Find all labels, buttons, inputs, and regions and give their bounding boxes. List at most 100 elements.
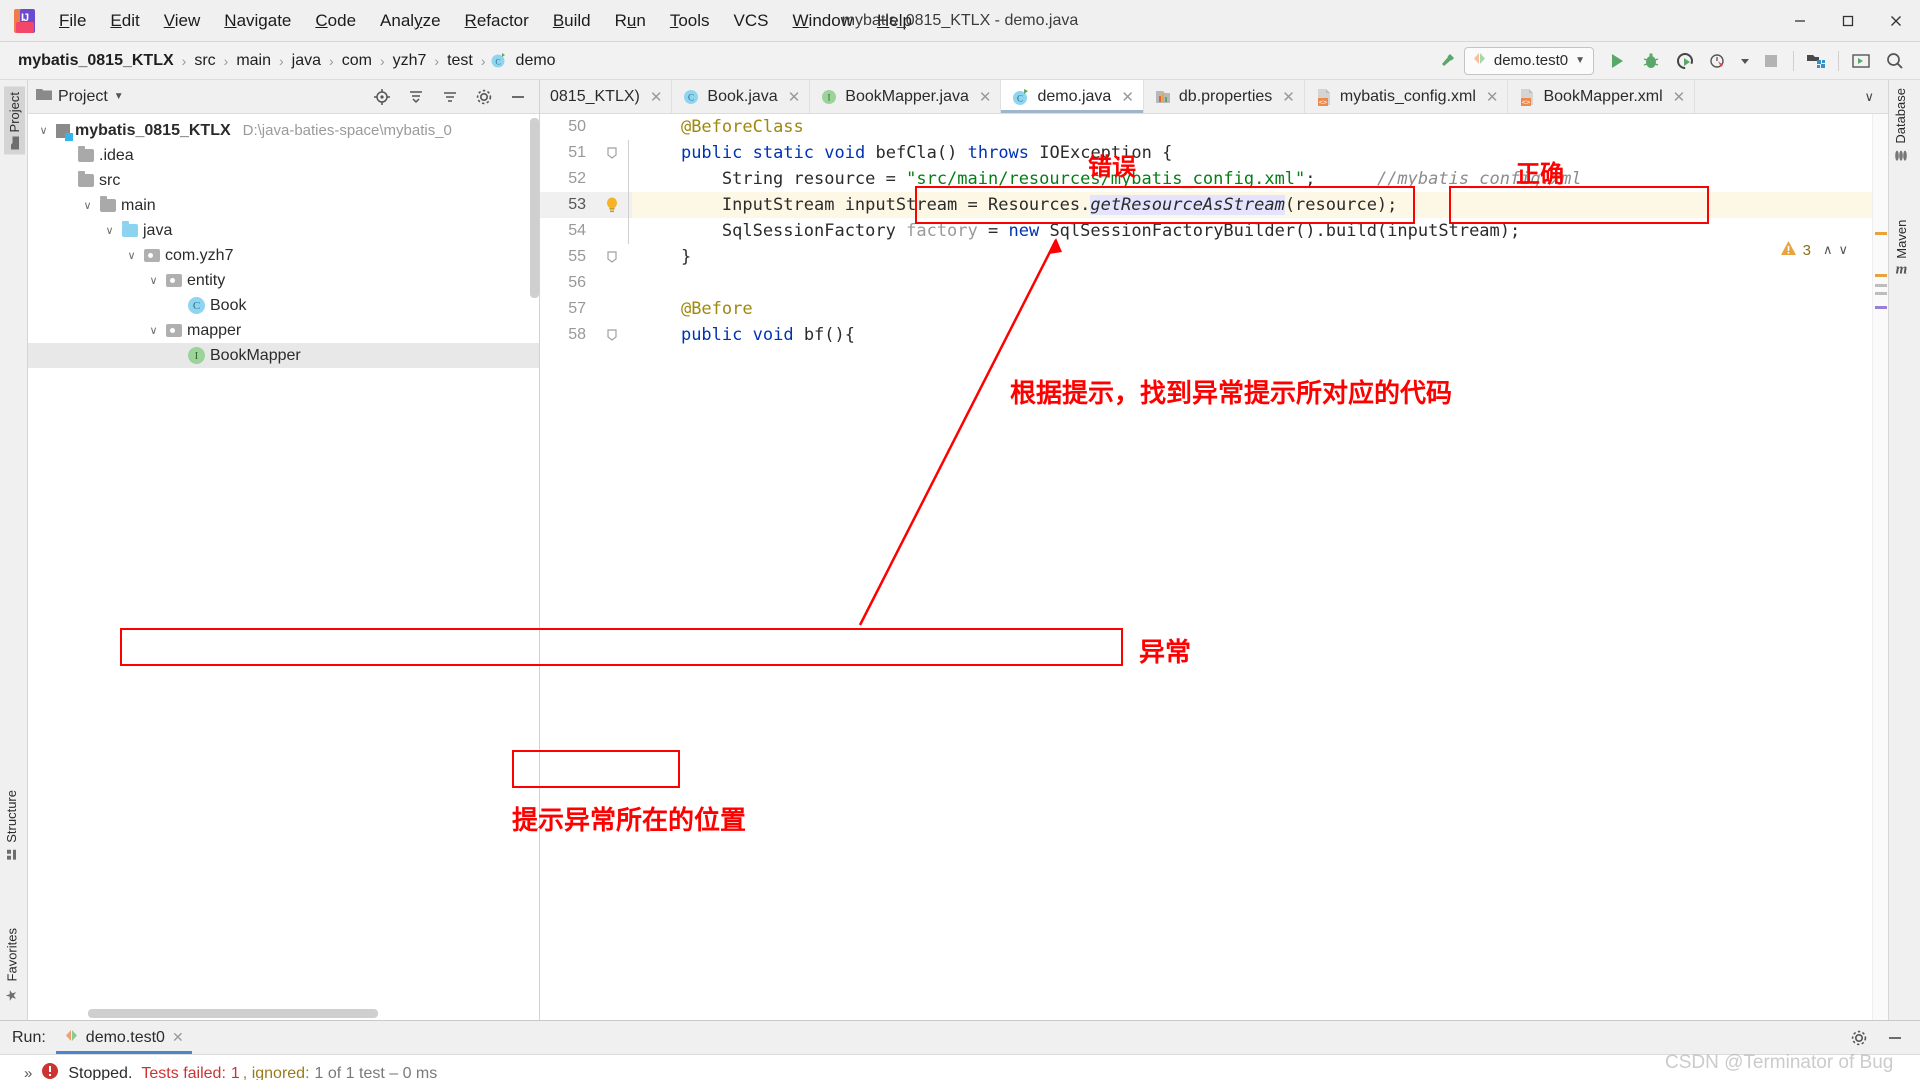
debug-button[interactable] — [1634, 46, 1668, 76]
sidebar-item-favorites[interactable]: ★ Favorites — [4, 928, 20, 1002]
editor-tab-db-properties[interactable]: db.properties ✕ — [1144, 80, 1305, 113]
code-line[interactable]: SqlSessionFactory factory = new SqlSessi… — [632, 218, 1872, 244]
menu-item-window[interactable]: Window — [782, 7, 864, 34]
code-area[interactable]: @BeforeClass public static void befCla()… — [632, 114, 1872, 1020]
editor-tab-demo-java[interactable]: Cdemo.java ✕ — [1001, 80, 1144, 113]
tree-expander-icon[interactable]: ∨ — [102, 224, 117, 237]
tree-expander-icon[interactable]: ∨ — [36, 124, 51, 137]
code-line[interactable] — [632, 270, 1872, 296]
menu-item-code[interactable]: Code — [304, 7, 367, 34]
code-line[interactable]: public void bf(){ — [632, 322, 1872, 348]
stripe-marker-2[interactable] — [1875, 292, 1887, 295]
tree-node-entity[interactable]: ∨ entity — [28, 268, 539, 293]
collapse-all-icon[interactable] — [399, 82, 433, 112]
breadcrumb-item-demo[interactable]: demo — [512, 50, 560, 72]
stripe-marker-1[interactable] — [1875, 284, 1887, 287]
prev-highlight-icon[interactable]: ∧ — [1823, 242, 1833, 258]
code-line[interactable]: public static void befCla() throws IOExc… — [632, 140, 1872, 166]
tree-node-main[interactable]: ∨ main — [28, 193, 539, 218]
chevron-down-icon[interactable]: ▼ — [1575, 55, 1585, 66]
close-button[interactable] — [1872, 0, 1920, 41]
tree-expander-icon[interactable]: ∨ — [146, 324, 161, 337]
expand-all-icon[interactable] — [433, 82, 467, 112]
run-configuration-selector[interactable]: demo.test0 ▼ — [1463, 46, 1594, 75]
editor-tab-book-java[interactable]: C Book.java ✕ — [672, 80, 811, 113]
code-line[interactable]: String resource = "src/main/resources/my… — [632, 166, 1872, 192]
maximize-button[interactable] — [1824, 0, 1872, 41]
tree-node-mapper[interactable]: ∨ mapper — [28, 318, 539, 343]
project-tree-scrollbar[interactable] — [530, 118, 539, 298]
close-icon[interactable]: ✕ — [1486, 88, 1499, 106]
breadcrumb-item-main[interactable]: main — [232, 50, 275, 72]
sidebar-item-maven[interactable]: m Maven — [1893, 220, 1910, 277]
tree-expander-icon[interactable]: ∨ — [146, 274, 161, 287]
code-line[interactable]: @Before — [632, 296, 1872, 322]
editor-tab-0815-ktlx-[interactable]: 0815_KTLX) ✕ — [540, 80, 673, 113]
settings-gear-icon[interactable] — [1842, 1023, 1876, 1053]
run-button[interactable] — [1600, 46, 1634, 76]
tree-node-bookmapper[interactable]: I BookMapper — [28, 343, 539, 368]
code-line[interactable]: InputStream inputStream = Resources.getR… — [632, 192, 1872, 218]
sidebar-item-structure[interactable]: Structure — [4, 790, 19, 860]
menu-item-analyze[interactable]: Analyze — [369, 7, 452, 34]
hide-panel-icon[interactable] — [1878, 1023, 1912, 1053]
menu-item-run[interactable]: Run — [604, 7, 657, 34]
project-tree[interactable]: ∨ mybatis_0815_KTLX D:\java-baties-space\m… — [28, 114, 539, 1020]
menu-item-build[interactable]: Build — [542, 7, 602, 34]
code-line[interactable]: @BeforeClass — [632, 114, 1872, 140]
editor-tab-bookmapper-xml[interactable]: <> BookMapper.xml ✕ — [1508, 80, 1696, 113]
fold-marker-icon[interactable] — [592, 322, 632, 348]
breadcrumb-item-mybatis-0815-ktlx[interactable]: mybatis_0815_KTLX — [14, 50, 178, 72]
close-icon[interactable]: ✕ — [1673, 88, 1686, 106]
select-opened-file-button[interactable] — [1844, 46, 1878, 76]
sidebar-item-project[interactable]: Project — [4, 86, 25, 155]
editor-tab-mybatis-config-xml[interactable]: <> mybatis_config.xml ✕ — [1305, 80, 1509, 113]
breadcrumb-item-java[interactable]: java — [288, 50, 325, 72]
menu-item-help[interactable]: Help — [866, 7, 923, 34]
tabs-overflow-icon[interactable]: ∨ — [1856, 89, 1882, 105]
code-line[interactable]: } — [632, 244, 1872, 270]
tree-expander-icon[interactable]: ∨ — [124, 249, 139, 262]
close-icon[interactable]: ✕ — [650, 88, 663, 106]
profiler-button[interactable] — [1702, 46, 1736, 76]
build-hammer-icon[interactable] — [1430, 46, 1464, 76]
breadcrumb-item-yzh7[interactable]: yzh7 — [389, 50, 431, 72]
menu-item-tools[interactable]: Tools — [659, 7, 721, 34]
next-highlight-icon[interactable]: ∨ — [1838, 242, 1848, 258]
stripe-warning-2[interactable] — [1875, 274, 1887, 277]
error-stripe-marker-bar[interactable] — [1872, 114, 1888, 1020]
tree-node--idea[interactable]: .idea — [28, 143, 539, 168]
tree-node-src[interactable]: src — [28, 168, 539, 193]
tree-node-book[interactable]: C Book — [28, 293, 539, 318]
profiler-dropdown-icon[interactable] — [1736, 46, 1754, 76]
tree-node-mybatis-0815-ktlx[interactable]: ∨ mybatis_0815_KTLX D:\java-baties-space\m… — [28, 118, 539, 143]
stripe-warning-1[interactable] — [1875, 232, 1887, 235]
close-icon[interactable]: ✕ — [172, 1029, 184, 1046]
tree-expander-icon[interactable]: ∨ — [80, 199, 95, 212]
breadcrumb-item-test[interactable]: test — [443, 50, 477, 72]
close-icon[interactable]: ✕ — [979, 88, 992, 106]
editor-gutter[interactable]: 50 51 52 53 54 55 56 57 58 — [540, 114, 632, 1020]
project-tree-hscrollbar[interactable] — [88, 1009, 378, 1018]
chevron-down-icon[interactable]: ▼ — [114, 91, 124, 102]
breadcrumb-item-src[interactable]: src — [190, 50, 219, 72]
editor-inspection-widget[interactable]: 3 ∧ ∨ — [1780, 240, 1848, 260]
stripe-marker-3[interactable] — [1875, 306, 1887, 309]
settings-gear-icon[interactable] — [467, 82, 501, 112]
run-with-coverage-button[interactable] — [1668, 46, 1702, 76]
tree-node-java[interactable]: ∨ java — [28, 218, 539, 243]
fold-marker-icon[interactable] — [592, 244, 632, 270]
breadcrumb-item-com[interactable]: com — [338, 50, 376, 72]
search-everywhere-button[interactable] — [1878, 46, 1912, 76]
run-tab-demo-test0[interactable]: demo.test0 ✕ — [55, 1021, 192, 1054]
menu-item-navigate[interactable]: Navigate — [213, 7, 302, 34]
fold-marker-icon[interactable] — [592, 140, 632, 166]
close-icon[interactable]: ✕ — [788, 88, 801, 106]
menu-item-edit[interactable]: Edit — [99, 7, 150, 34]
tree-node-com-yzh7[interactable]: ∨ com.yzh7 — [28, 243, 539, 268]
locate-icon[interactable] — [365, 82, 399, 112]
editor-tab-bookmapper-java[interactable]: I BookMapper.java ✕ — [810, 80, 1002, 113]
menu-item-view[interactable]: View — [153, 7, 212, 34]
expander-icon[interactable]: » — [24, 1065, 32, 1080]
intention-bulb-icon[interactable] — [592, 192, 632, 218]
